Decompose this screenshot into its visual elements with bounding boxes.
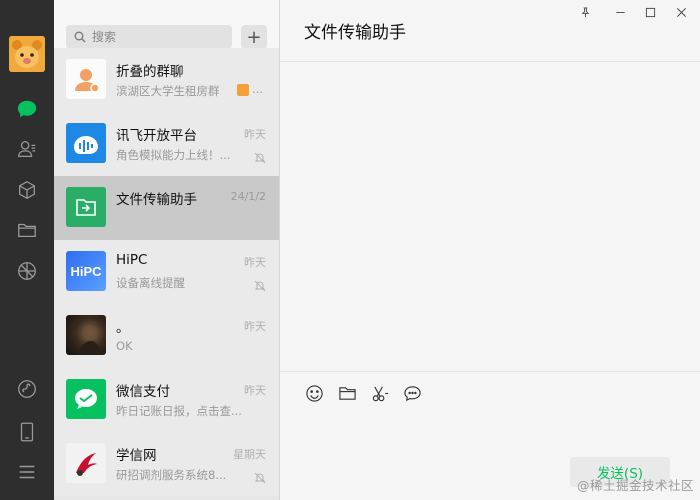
- mute-icon: [254, 277, 266, 292]
- chat-time: 24/1/2: [230, 190, 266, 203]
- mini-programs-icon[interactable]: [15, 377, 39, 401]
- page-title: 文件传输助手: [304, 23, 406, 43]
- chat-preview: 滨湖区大学生租房群: [116, 84, 220, 98]
- chat-preview: 研招调剂服务系统8...: [116, 468, 227, 482]
- chat-list-panel: + 折叠的群聊 滨湖区大学生租房群 ... 讯飞开放平台 角色模拟能力上线！..…: [54, 0, 280, 500]
- chat-name: 讯飞开放平台: [116, 128, 197, 144]
- chat-time: 昨天: [244, 320, 266, 333]
- chat-pane: 文件传输助手 发送(S) @稀土掘金技术社区: [280, 0, 700, 500]
- chat-name: HiPC: [116, 252, 148, 268]
- chat-header: 文件传输助手: [280, 0, 700, 62]
- contacts-icon[interactable]: [15, 137, 39, 161]
- scissors-icon[interactable]: [370, 383, 390, 403]
- chat-item-xunfei[interactable]: 讯飞开放平台 角色模拟能力上线！... 昨天: [54, 112, 279, 176]
- more-dots: ...: [252, 82, 263, 96]
- photo-avatar: [66, 315, 106, 355]
- maximize-icon[interactable]: [642, 4, 658, 20]
- search-box[interactable]: [66, 25, 232, 49]
- chat-name: 学信网: [116, 448, 157, 464]
- hipc-avatar-text: HiPC: [70, 263, 102, 279]
- minimize-icon[interactable]: [612, 4, 628, 20]
- chat-time: 昨天: [244, 384, 266, 397]
- chat-time: 昨天: [244, 128, 266, 141]
- pin-icon[interactable]: [577, 4, 593, 20]
- chat-icon[interactable]: [15, 97, 39, 121]
- chat-item-hipc[interactable]: HiPC HiPC 设备离线提醒 昨天: [54, 240, 279, 304]
- search-input[interactable]: [92, 30, 232, 44]
- chat-name: 折叠的群聊: [116, 64, 184, 80]
- group-badge-icon: [237, 84, 249, 96]
- hipc-avatar: HiPC: [66, 251, 106, 291]
- chat-item-xuexin[interactable]: 学信网 研招调剂服务系统8... 星期天: [54, 432, 279, 496]
- chat-time: 昨天: [244, 256, 266, 269]
- chat-item-file-transfer[interactable]: 文件传输助手 24/1/2: [54, 176, 279, 240]
- chat-item-folded-group[interactable]: 折叠的群聊 滨湖区大学生租房群 ...: [54, 48, 279, 112]
- menu-icon[interactable]: [15, 460, 39, 484]
- chat-name: 。: [116, 320, 130, 336]
- chat-item-contact[interactable]: 。 OK 昨天: [54, 304, 279, 368]
- chat-name: 文件传输助手: [116, 192, 197, 208]
- nav-rail: [0, 0, 54, 500]
- moments-icon[interactable]: [15, 259, 39, 283]
- phone-icon[interactable]: [15, 420, 39, 444]
- chat-time: 星期天: [233, 448, 266, 461]
- watermark: @稀土掘金技术社区: [576, 478, 694, 493]
- wechat-pay-avatar: [66, 379, 106, 419]
- file-transfer-avatar: [66, 187, 106, 227]
- user-avatar[interactable]: [9, 36, 45, 72]
- close-icon[interactable]: [673, 4, 689, 20]
- mute-icon: [254, 469, 266, 484]
- search-icon: [74, 28, 86, 47]
- chat-preview: 设备离线提醒: [116, 276, 185, 290]
- xunfei-avatar: [66, 123, 106, 163]
- emoji-icon[interactable]: [304, 383, 324, 403]
- xuexin-avatar: [66, 443, 106, 483]
- folded-group-avatar: [66, 59, 106, 99]
- folder-icon[interactable]: [337, 383, 357, 403]
- mute-icon: [254, 149, 266, 164]
- folder-icon[interactable]: [15, 218, 39, 242]
- chat-preview: 昨日记账日报，点击查...: [116, 404, 242, 418]
- chat-preview: 角色模拟能力上线！...: [116, 148, 231, 162]
- chat-preview: OK: [116, 339, 133, 353]
- chat-bubble-icon[interactable]: [402, 383, 422, 403]
- add-button[interactable]: +: [241, 25, 267, 49]
- collections-icon[interactable]: [15, 178, 39, 202]
- chat-name: 微信支付: [116, 384, 170, 400]
- message-area[interactable]: [280, 62, 700, 371]
- message-input[interactable]: [300, 412, 680, 452]
- chat-item-wechat-pay[interactable]: 微信支付 昨日记账日报，点击查... 昨天: [54, 368, 279, 432]
